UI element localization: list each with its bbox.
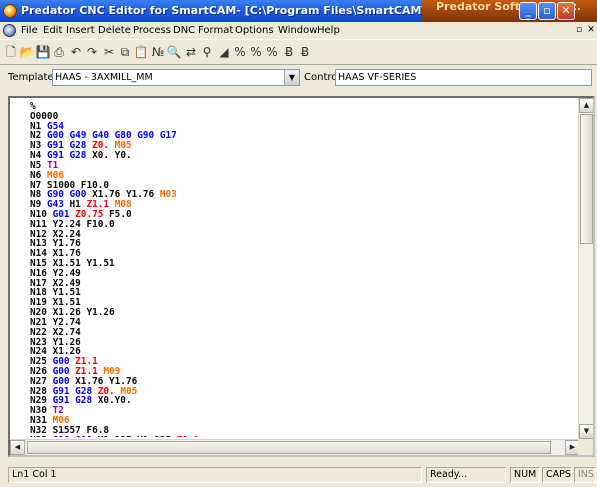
- renumber-icon[interactable]: №: [150, 44, 166, 60]
- code-token: Z1.1: [177, 435, 200, 437]
- vertical-scrollbar[interactable]: ▲ ▼: [578, 98, 593, 439]
- maximize-button[interactable]: ▫: [538, 2, 556, 20]
- code-line[interactable]: N6 M06: [30, 170, 575, 181]
- percent3-icon[interactable]: %: [264, 44, 280, 60]
- code-line[interactable]: N18 Y1.51: [30, 288, 575, 298]
- code-token: X0.Y0.: [97, 395, 132, 407]
- maximize-icon: ▫: [543, 4, 551, 17]
- menu-process[interactable]: Process: [130, 22, 174, 39]
- code-line[interactable]: N23 Y1.26: [30, 337, 575, 348]
- scroll-up-button[interactable]: ▲: [579, 98, 593, 113]
- caps-lock-indicator: CAPS: [542, 467, 572, 483]
- save-icon[interactable]: 💾: [35, 44, 51, 60]
- scroll-down-button[interactable]: ▼: [579, 424, 593, 439]
- nc-program-text[interactable]: % O0000 N1 G54 N2 G00 G49 G40 G80 G90 G17 N3…: [30, 102, 575, 437]
- code-line[interactable]: N30 T2: [30, 406, 575, 416]
- new-file-icon[interactable]: 🗋: [3, 44, 19, 60]
- block-icon[interactable]: Ƀ: [281, 44, 297, 60]
- dnc-send-icon[interactable]: Ƀ: [297, 44, 313, 60]
- menu-format[interactable]: Format: [195, 22, 236, 39]
- code-token: M03: [159, 189, 177, 201]
- status-text: Ready...: [426, 467, 506, 483]
- title-bar[interactable]: Predator CNC Editor for SmartCAM- [C:\Pr…: [0, 0, 597, 22]
- code-line[interactable]: N17 X2.49: [30, 278, 575, 289]
- menu-options[interactable]: Options: [232, 22, 277, 39]
- code-line[interactable]: N13 Y1.76: [30, 239, 575, 249]
- code-line[interactable]: N21 Y2.74: [30, 317, 575, 328]
- code-line[interactable]: N4 G91 G28 X0. Y0.: [30, 151, 575, 161]
- chevron-down-icon[interactable]: ▼: [284, 70, 299, 85]
- arrow-left-icon: ◀: [14, 443, 21, 451]
- code-token: X1.125 Y1.125: [98, 435, 177, 437]
- document-icon[interactable]: [3, 24, 16, 37]
- code-token: N33: [30, 435, 53, 437]
- arrow-down-icon: ▼: [583, 427, 590, 435]
- menu-dnc[interactable]: DNC: [170, 22, 198, 39]
- mdi-restore-icon[interactable]: ▫: [574, 25, 584, 36]
- menu-insert[interactable]: Insert: [63, 22, 98, 39]
- menu-bar: File Edit Insert Delete Process DNC Form…: [0, 22, 597, 39]
- menu-help[interactable]: Help: [314, 22, 343, 39]
- code-line[interactable]: N15 X1.51 Y1.51: [30, 259, 575, 269]
- paste-icon[interactable]: 📋: [133, 44, 149, 60]
- minimize-icon: _: [525, 4, 531, 17]
- code-line[interactable]: N22 X2.74: [30, 327, 575, 338]
- insert-mode-indicator: INS: [574, 467, 596, 483]
- code-line[interactable]: N11 Y2.24 F10.0: [30, 219, 575, 230]
- copy-icon[interactable]: ⧉: [117, 44, 133, 60]
- scrollbar-corner: [578, 439, 593, 455]
- mdi-close-icon[interactable]: ✕: [586, 25, 596, 36]
- code-token: X0. Y0.: [92, 150, 132, 162]
- cut-icon[interactable]: ✂: [101, 44, 117, 60]
- find-icon[interactable]: 🔍: [166, 44, 182, 60]
- code-line[interactable]: N29 G91 G28 X0.Y0.: [30, 396, 575, 406]
- cursor-position: Ln1 Col 1: [8, 467, 422, 483]
- code-line[interactable]: N12 X2.24: [30, 229, 575, 240]
- undo-icon[interactable]: ↶: [68, 44, 84, 60]
- code-line[interactable]: N31 M06: [30, 416, 575, 426]
- code-line[interactable]: N5 T1: [30, 160, 575, 171]
- binoculars-icon[interactable]: ⚲: [199, 44, 215, 60]
- code-line[interactable]: N33 G90 G00 X1.125 Y1.125 Z1.1: [30, 435, 575, 437]
- control-field[interactable]: HAAS VF-SERIES: [335, 69, 592, 86]
- scroll-left-button[interactable]: ◀: [10, 440, 25, 455]
- arrow-right-icon: ▶: [569, 443, 576, 451]
- template-value: HAAS - 3AXMILL_MM: [55, 72, 153, 83]
- vertical-scroll-thumb[interactable]: [580, 114, 593, 244]
- menu-delete[interactable]: Delete: [95, 22, 134, 39]
- redo-icon[interactable]: ↷: [84, 44, 100, 60]
- app-icon[interactable]: [3, 4, 17, 18]
- minimize-button[interactable]: _: [519, 2, 537, 20]
- close-button[interactable]: ✕: [557, 2, 575, 20]
- control-value: HAAS VF-SERIES: [338, 72, 417, 83]
- toolbar: 🗋 📂 💾 ⎙ ↶ ↷ ✂ ⧉ 📋 № 🔍 ⇄ ⚲ ◢ % % % Ƀ Ƀ: [0, 39, 597, 65]
- code-line[interactable]: O0000: [30, 111, 575, 122]
- replace-icon[interactable]: ⇄: [183, 44, 199, 60]
- template-select[interactable]: HAAS - 3AXMILL_MM ▼: [52, 69, 300, 86]
- print-icon[interactable]: ⎙: [51, 44, 67, 60]
- menu-file[interactable]: File: [18, 22, 41, 39]
- template-control-row: Template HAAS - 3AXMILL_MM ▼ Control HAA…: [0, 66, 597, 90]
- code-line[interactable]: N20 X1.26 Y1.26: [30, 308, 575, 318]
- open-file-icon[interactable]: 📂: [19, 44, 35, 60]
- code-line[interactable]: N24 X1.26: [30, 347, 575, 357]
- code-token: G90 G00: [53, 435, 98, 437]
- app-window: Predator CNC Editor for SmartCAM- [C:\Pr…: [0, 0, 597, 487]
- horizontal-scroll-thumb[interactable]: [27, 441, 551, 454]
- template-label: Template: [8, 72, 54, 83]
- arrow-up-icon: ▲: [583, 101, 590, 109]
- horizontal-scrollbar[interactable]: ◀ ▶: [10, 439, 580, 455]
- close-icon: ✕: [561, 4, 571, 17]
- code-line[interactable]: %: [30, 102, 575, 112]
- code-line[interactable]: N16 Y2.49: [30, 268, 575, 279]
- menu-edit[interactable]: Edit: [40, 22, 65, 39]
- backplot-icon[interactable]: ◢: [216, 44, 232, 60]
- percent-icon[interactable]: %: [232, 44, 248, 60]
- code-editor[interactable]: % O0000 N1 G54 N2 G00 G49 G40 G80 G90 G17 N3…: [8, 96, 595, 457]
- status-bar: Ln1 Col 1 Ready... NUM CAPS INS: [0, 462, 597, 487]
- percent2-icon[interactable]: %: [248, 44, 264, 60]
- num-lock-indicator: NUM: [510, 467, 540, 483]
